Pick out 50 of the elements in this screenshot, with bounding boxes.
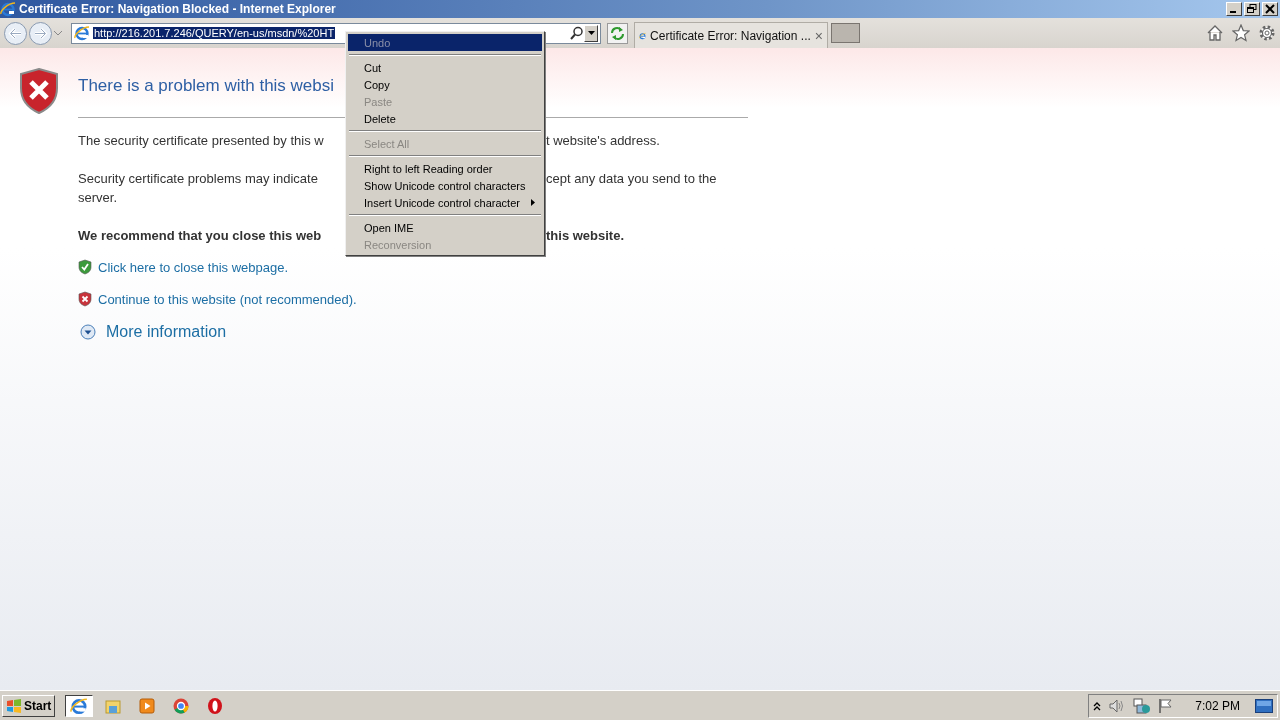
menu-item[interactable]: Delete <box>348 110 542 127</box>
menu-item[interactable]: Open IME <box>348 219 542 236</box>
windows-logo-icon <box>6 698 22 713</box>
minimize-icon[interactable] <box>1226 2 1242 16</box>
browser-logo-icon <box>0 1 16 17</box>
refresh-icon[interactable] <box>607 22 628 44</box>
paragraph-text: server. <box>78 189 118 207</box>
paragraph-text: cept any data you send to the <box>546 170 718 188</box>
menu-item[interactable]: Right to left Reading order <box>348 160 542 177</box>
x-shield-icon[interactable] <box>78 291 92 307</box>
settings-icon[interactable] <box>1258 24 1276 42</box>
star-icon[interactable] <box>1232 24 1250 42</box>
recommendation-text: We recommend that you close this web <box>78 227 323 245</box>
menu-item[interactable]: Copy <box>348 76 542 93</box>
home-icon[interactable] <box>1206 24 1224 42</box>
show-desktop-icon[interactable] <box>1255 698 1273 713</box>
clock[interactable]: 7:02 PM <box>1195 698 1240 713</box>
tab-close-button[interactable]: × <box>814 27 823 44</box>
flag-icon[interactable] <box>1158 697 1175 714</box>
more-information-link[interactable]: More information <box>106 323 227 341</box>
menu-item[interactable]: Show Unicode control characters <box>348 177 542 194</box>
menu-item[interactable]: Cut <box>348 59 542 76</box>
error-shield-icon <box>19 68 59 114</box>
opera-icon[interactable] <box>206 696 225 715</box>
submenu-arrow-icon <box>531 199 535 206</box>
expand-icon[interactable] <box>80 324 96 340</box>
address-dropdown-button[interactable] <box>584 24 598 42</box>
page-heading: There is a problem with this websi <box>78 76 335 96</box>
browser-tab[interactable]: Certificate Error: Navigation ... × <box>634 22 828 48</box>
window-title: Certificate Error: Navigation Blocked - Internet Explorer <box>19 2 337 16</box>
menu-item[interactable]: Insert Unicode control character <box>348 194 542 211</box>
media-player-icon[interactable] <box>138 696 157 715</box>
start-button[interactable]: Start <box>2 694 56 717</box>
taskbar-button[interactable] <box>65 694 94 717</box>
check-shield-icon[interactable] <box>78 259 92 275</box>
paragraph-text: The security certificate presented by this w <box>78 132 325 150</box>
network-icon[interactable] <box>1133 697 1152 714</box>
chrome-icon[interactable] <box>172 696 191 715</box>
caret-icon <box>587 31 595 35</box>
close-icon[interactable] <box>1262 2 1278 16</box>
restore-icon[interactable] <box>1244 2 1260 16</box>
browser-icon[interactable] <box>70 696 89 715</box>
recommendation-text: this website. <box>546 227 626 245</box>
link[interactable]: Continue to this website (not recommended). <box>98 291 357 307</box>
search-icon[interactable] <box>570 26 584 40</box>
link[interactable]: Click here to close this webpage. <box>98 259 289 275</box>
page-icon <box>74 25 90 41</box>
paragraph-text: Security certificate problems may indicate <box>78 170 319 188</box>
paragraph-text: t website's address. <box>546 132 661 150</box>
chevron-up-icon[interactable] <box>1093 700 1102 711</box>
